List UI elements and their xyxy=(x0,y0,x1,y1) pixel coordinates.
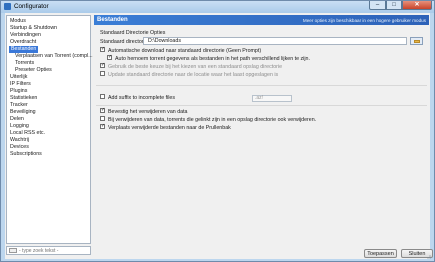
checkbox[interactable] xyxy=(107,55,112,61)
close-window-button[interactable]: ✕ xyxy=(402,1,432,10)
sidebar-tree[interactable]: Modus Startup & Shutdown Verbindingen Ov… xyxy=(6,15,93,244)
sidebar-item-modus[interactable]: Modus xyxy=(10,18,26,25)
checkbox[interactable] xyxy=(100,116,105,122)
checkbox[interactable] xyxy=(100,63,105,69)
settings-panel: Bestanden Meer opties zijn beschikbaar i… xyxy=(94,15,429,244)
configurator-window: Configurator – □ ✕ Modus Startup & Shutd… xyxy=(0,0,435,262)
sidebar-item-torrents[interactable]: Torrents xyxy=(15,60,34,67)
panel-header: Bestanden Meer opties zijn beschikbaar i… xyxy=(94,15,429,25)
sidebar-item-delen[interactable]: Delen xyxy=(10,116,24,123)
default-dir-field[interactable]: D:\Downloads xyxy=(143,37,407,45)
window-title: Configurator xyxy=(14,3,49,10)
apply-button[interactable]: Toepassen xyxy=(364,249,397,258)
option-confirm-delete[interactable]: Bevestig het verwijderen van data xyxy=(100,108,188,116)
sidebar-item-bestanden[interactable]: Bestanden xyxy=(9,46,39,53)
separator xyxy=(96,105,427,106)
sidebar-item-verplaatsen[interactable]: Verplaatsen van Torrent (compl... xyxy=(15,53,93,60)
sidebar-item-preseter-opties[interactable]: Preseter Opties xyxy=(15,67,52,74)
option-label: Automatische download naar standaard dir… xyxy=(108,48,262,54)
browse-folder-button[interactable] xyxy=(410,37,423,45)
option-label: Verplaats verwijderde bestanden naar de … xyxy=(108,125,231,131)
separator xyxy=(96,85,427,86)
search-clear-icon[interactable] xyxy=(9,248,17,253)
sidebar-item-ip-filters[interactable]: IP Filters xyxy=(10,81,31,88)
option-label: Add suffix to incomplete files xyxy=(108,95,176,101)
checkbox[interactable] xyxy=(100,108,105,114)
sidebar-item-local-rss[interactable]: Local RSS etc. xyxy=(10,130,45,137)
search-box xyxy=(6,246,91,255)
sidebar-item-uiterlijk[interactable]: Uiterlijk xyxy=(10,74,27,81)
option-incomplete-suffix[interactable]: Add suffix to incomplete files xyxy=(100,94,176,102)
client-area: Modus Startup & Shutdown Verbindingen Ov… xyxy=(5,13,430,259)
search-input[interactable] xyxy=(19,247,89,254)
option-best-choice[interactable]: Gebruik de beste keuze bij het kiezen va… xyxy=(100,63,283,71)
option-label: Gebruik de beste keuze bij het kiezen va… xyxy=(108,64,283,70)
maximize-button[interactable]: □ xyxy=(386,1,402,10)
section-label: Standaard Directorie Opties xyxy=(100,30,166,36)
title-bar[interactable]: Configurator – □ ✕ xyxy=(1,1,434,13)
sidebar-item-wachtrij[interactable]: Wachtrij xyxy=(10,137,29,144)
option-label: Update standaard directorie naar de loca… xyxy=(108,72,279,78)
checkbox[interactable] xyxy=(100,71,105,77)
resize-grip-icon[interactable] xyxy=(426,254,431,259)
sidebar-item-plugins[interactable]: Plugins xyxy=(10,88,27,95)
folder-icon xyxy=(414,40,420,43)
sidebar-item-startup-shutdown[interactable]: Startup & Shutdown xyxy=(10,25,57,32)
default-dir-label: Standaard directorie: xyxy=(100,39,150,45)
panel-title: Bestanden xyxy=(97,17,128,23)
minimize-button[interactable]: – xyxy=(369,1,386,10)
checkbox[interactable] xyxy=(100,124,105,130)
checkbox[interactable] xyxy=(100,47,105,53)
option-label: Bevestig het verwijderen van data xyxy=(108,109,188,115)
option-label: Bij verwijderen van data, torrents die g… xyxy=(108,117,317,123)
option-delete-linked[interactable]: Bij verwijderen van data, torrents die g… xyxy=(100,116,317,124)
checkbox[interactable] xyxy=(100,94,105,100)
option-auto-rename[interactable]: Auto hernoem torrent gegevens als bestan… xyxy=(107,55,310,63)
sidebar-item-beveiliging[interactable]: Beveiliging xyxy=(10,109,36,116)
user-mode-hint: Meer opties zijn beschikbaar in een hoge… xyxy=(302,18,426,23)
option-label: Auto hernoem torrent gegevens als bestan… xyxy=(115,56,310,62)
option-auto-download[interactable]: Automatische download naar standaard dir… xyxy=(100,47,262,55)
sidebar-item-logging[interactable]: Logging xyxy=(10,123,29,130)
sidebar-item-overdracht[interactable]: Overdracht xyxy=(10,39,36,46)
suffix-field[interactable]: .az! xyxy=(252,95,292,102)
sidebar-item-subscriptions[interactable]: Subscriptions xyxy=(10,151,42,158)
app-icon xyxy=(4,3,11,10)
option-recycle-bin[interactable]: Verplaats verwijderde bestanden naar de … xyxy=(100,124,231,132)
sidebar-item-statistieken[interactable]: Statistieken xyxy=(10,95,37,102)
option-update-default-dir[interactable]: Update standaard directorie naar de loca… xyxy=(100,71,279,79)
sidebar-item-verbindingen[interactable]: Verbindingen xyxy=(10,32,41,39)
sidebar-item-devices[interactable]: Devices xyxy=(10,144,29,151)
sidebar-item-tracker[interactable]: Tracker xyxy=(10,102,28,109)
